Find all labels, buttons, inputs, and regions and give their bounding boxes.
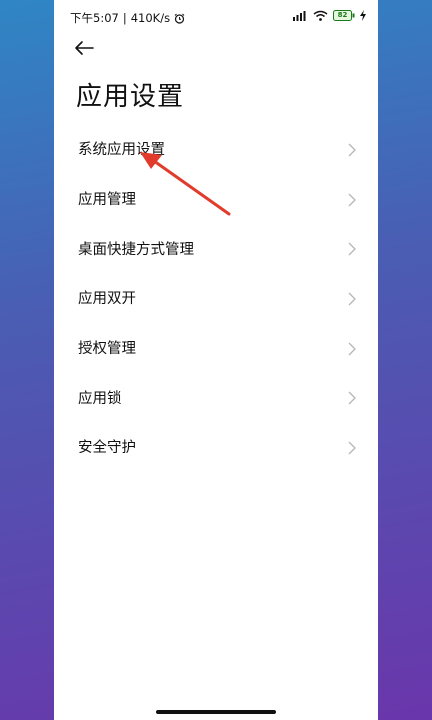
chevron-right-icon — [348, 291, 356, 306]
menu-item-permission-management[interactable]: 授权管理 — [54, 323, 378, 373]
chevron-right-icon — [348, 440, 356, 455]
back-button[interactable] — [74, 40, 100, 60]
chevron-right-icon — [348, 142, 356, 157]
back-arrow-icon — [74, 41, 94, 60]
status-right: 82 — [292, 10, 366, 21]
status-time: 下午5:07 — [70, 11, 119, 25]
page-title: 应用设置 — [76, 82, 185, 112]
chevron-right-icon — [348, 192, 356, 206]
phone-screen: 下午5:07 | 410K/s 82 应用设置 系统应用设置 应用管理 桌面快捷… — [54, 0, 378, 720]
menu-item-label: 授权管理 — [78, 341, 136, 358]
chevron-right-icon — [348, 341, 356, 356]
wifi-icon — [313, 10, 328, 21]
chevron-right-icon — [348, 390, 356, 405]
menu-item-dual-apps[interactable]: 应用双开 — [54, 273, 378, 323]
network-speed: 410K/s — [130, 11, 171, 25]
status-left: 下午5:07 | 410K/s — [70, 10, 185, 26]
menu-item-label: 应用双开 — [78, 291, 136, 308]
status-separator: | — [122, 11, 127, 25]
menu-item-label: 应用锁 — [78, 390, 122, 407]
menu-item-label: 安全守护 — [78, 440, 136, 457]
charging-bolt-icon — [360, 10, 366, 21]
battery-level: 82 — [337, 11, 348, 19]
chevron-right-icon — [348, 241, 356, 256]
home-indicator[interactable] — [156, 710, 276, 714]
battery-icon: 82 — [333, 10, 355, 21]
menu-item-app-lock[interactable]: 应用锁 — [54, 372, 378, 422]
menu-item-app-management[interactable]: 应用管理 — [54, 174, 378, 224]
cell-signal-icon — [292, 10, 308, 21]
menu-item-label: 系统应用设置 — [78, 142, 165, 159]
status-bar: 下午5:07 | 410K/s 82 — [54, 0, 378, 34]
menu-item-label: 应用管理 — [78, 192, 136, 209]
alarm-clock-icon — [174, 13, 185, 24]
settings-menu: 系统应用设置 应用管理 桌面快捷方式管理 应用双开 授权管理 应用锁 安全守护 — [54, 124, 378, 472]
menu-item-system-app-settings[interactable]: 系统应用设置 — [54, 124, 378, 174]
menu-item-security-guard[interactable]: 安全守护 — [54, 422, 378, 472]
menu-item-label: 桌面快捷方式管理 — [78, 241, 194, 258]
menu-item-desktop-shortcut-management[interactable]: 桌面快捷方式管理 — [54, 223, 378, 273]
